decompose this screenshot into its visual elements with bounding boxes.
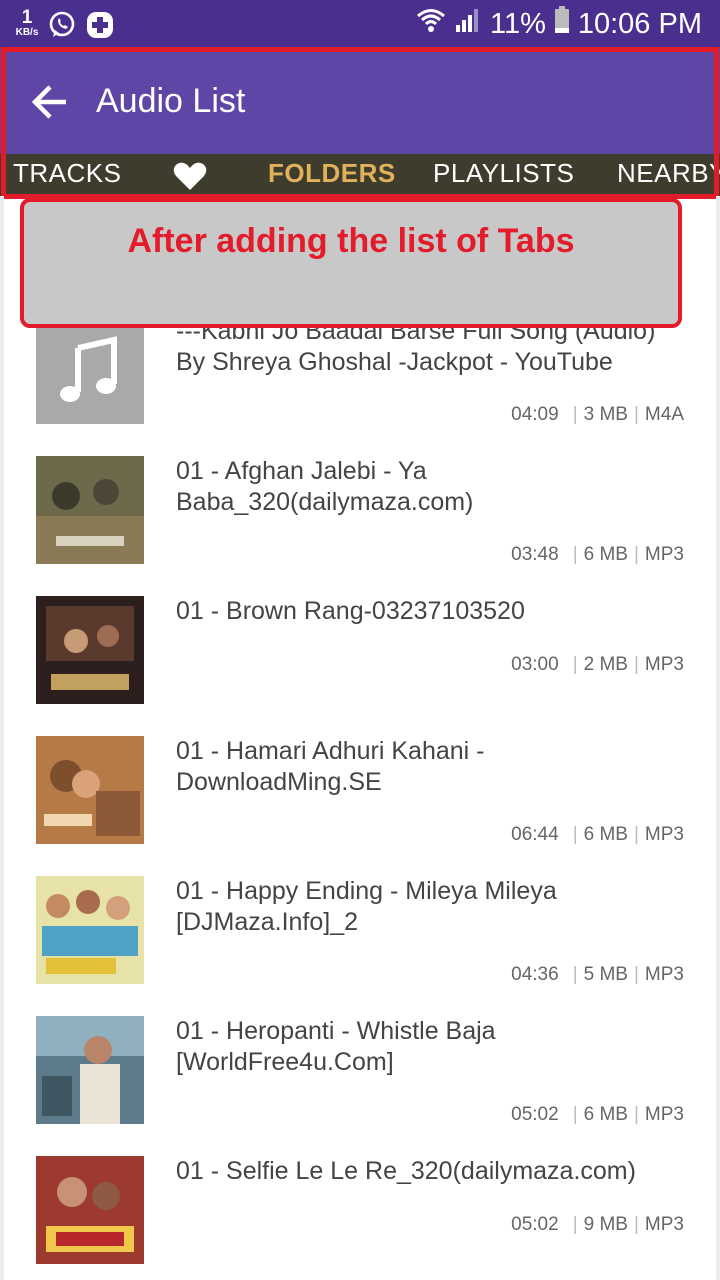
list-item[interactable]: 01 - Hamari Adhuri Kahani - DownloadMing… — [0, 736, 720, 876]
plus-cross-icon — [86, 11, 114, 44]
track-size: 2 MB — [583, 654, 628, 675]
track-format: MP3 — [644, 824, 684, 845]
track-size: 5 MB — [583, 964, 628, 985]
track-size: 6 MB — [583, 544, 628, 565]
track-format: M4A — [644, 404, 684, 425]
album-art — [36, 736, 144, 844]
list-item[interactable]: 01 - Afghan Jalebi - Ya Baba_320(dailyma… — [0, 456, 720, 596]
track-title: 01 - Brown Rang-03237103520 — [176, 597, 525, 625]
status-bar: 1 KB/s 11% 10:06 PM — [0, 0, 720, 48]
list-item[interactable]: 01 - Heropanti - Whistle Baja [WorldFree… — [0, 1016, 720, 1156]
track-title: 01 - Afghan Jalebi - Ya Baba_320(dailyma… — [176, 457, 474, 516]
album-art — [36, 596, 144, 704]
network-speed-value: 1 — [21, 7, 33, 28]
track-title: 01 - Happy Ending - Mileya Mileya [DJMaz… — [176, 877, 557, 936]
list-item[interactable]: ---Kabhi Jo Baadal Barse Full Song (Audi… — [0, 316, 720, 456]
album-art — [36, 1016, 144, 1124]
track-meta: 03:48 | 6 MB | MP3 — [511, 544, 684, 565]
track-duration: 05:02 — [511, 1104, 559, 1125]
track-format: MP3 — [644, 654, 684, 675]
track-size: 9 MB — [583, 1214, 628, 1235]
list-item[interactable]: 01 - Brown Rang-03237103520 03:00 | 2 MB | M… — [0, 596, 720, 736]
album-art — [36, 456, 144, 564]
track-format: MP3 — [644, 544, 684, 565]
track-duration: 05:02 — [511, 1214, 559, 1235]
highlight-outline — [1, 47, 719, 199]
annotation-callout: After adding the list of Tabs — [20, 198, 682, 328]
track-title: 01 - Hamari Adhuri Kahani - DownloadMing… — [176, 737, 485, 796]
track-title: 01 - Heropanti - Whistle Baja [WorldFree… — [176, 1017, 496, 1076]
track-list: ---Kabhi Jo Baadal Barse Full Song (Audi… — [0, 196, 720, 1280]
annotation-text: After adding the list of Tabs — [127, 222, 575, 260]
whatsapp-icon — [48, 11, 76, 44]
list-item[interactable]: 01 - Selfie Le Le Re_320(dailymaza.com) … — [0, 1156, 720, 1280]
track-meta: 04:09 | 3 MB | M4A — [511, 404, 684, 425]
track-duration: 04:36 — [511, 964, 559, 985]
track-duration: 03:00 — [511, 654, 559, 675]
album-art — [36, 876, 144, 984]
track-duration: 04:09 — [511, 404, 559, 425]
battery-icon — [554, 6, 570, 42]
signal-icon — [454, 7, 482, 41]
track-duration: 06:44 — [511, 824, 559, 845]
track-meta: 04:36 | 5 MB | MP3 — [511, 964, 684, 985]
track-size: 6 MB — [583, 824, 628, 845]
album-art — [36, 1156, 144, 1264]
track-duration: 03:48 — [511, 544, 559, 565]
music-note-icon — [36, 316, 144, 424]
track-size: 6 MB — [583, 1104, 628, 1125]
track-format: MP3 — [644, 964, 684, 985]
wifi-icon — [416, 7, 446, 41]
track-meta: 03:00 | 2 MB | MP3 — [511, 654, 684, 675]
list-item[interactable]: 01 - Happy Ending - Mileya Mileya [DJMaz… — [0, 876, 720, 1016]
track-size: 3 MB — [583, 404, 628, 425]
track-meta: 05:02 | 6 MB | MP3 — [511, 1104, 684, 1125]
track-format: MP3 — [644, 1214, 684, 1235]
track-format: MP3 — [644, 1104, 684, 1125]
network-speed-unit: KB/s — [15, 27, 39, 38]
battery-percent: 11% — [489, 7, 546, 40]
track-title: 01 - Selfie Le Le Re_320(dailymaza.com) — [176, 1157, 636, 1185]
track-meta: 06:44 | 6 MB | MP3 — [511, 824, 684, 845]
network-speed: 1 KB/s — [12, 8, 42, 38]
track-meta: 05:02 | 9 MB | MP3 — [511, 1214, 684, 1235]
clock: 10:06 PM — [577, 7, 702, 40]
